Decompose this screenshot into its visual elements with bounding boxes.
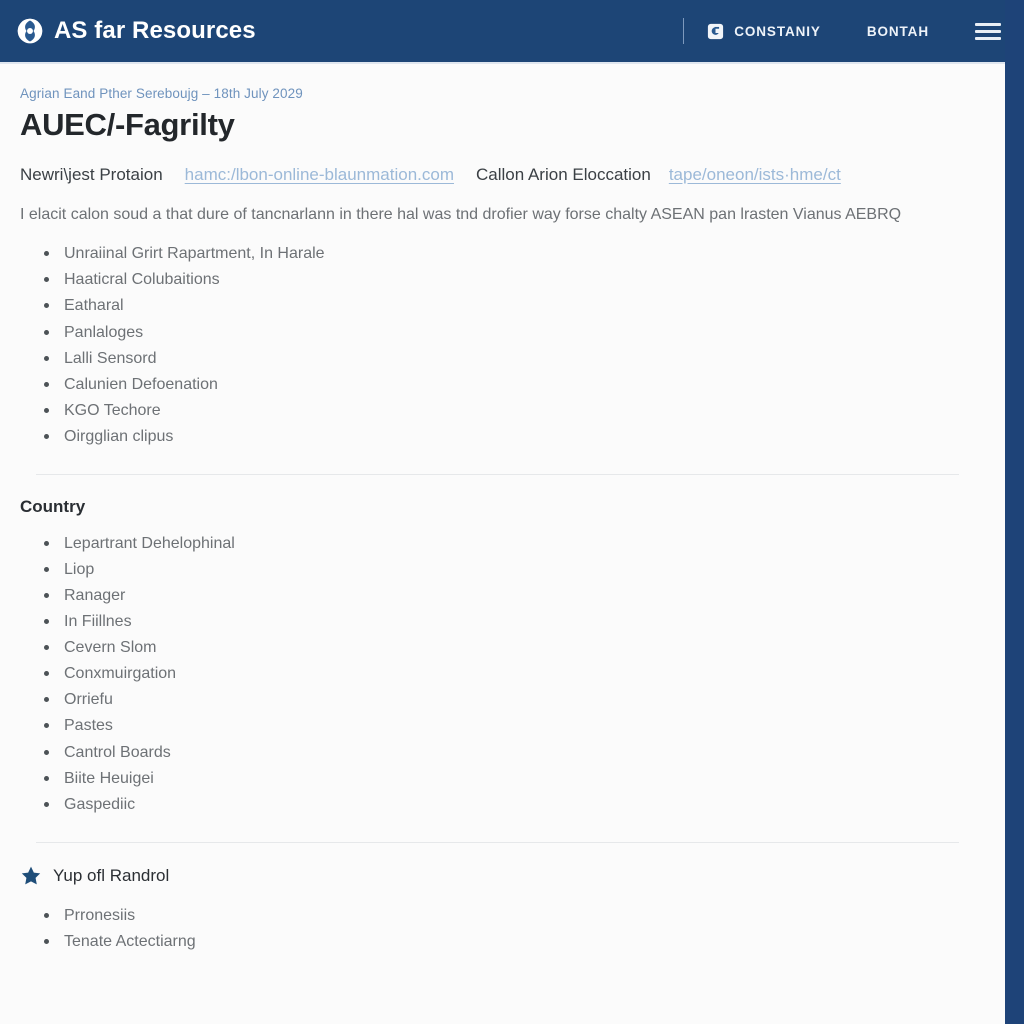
list-item: Prronesiis <box>42 903 975 929</box>
list-item: Biite Heuigei <box>42 766 975 792</box>
browser-window: AS far Resources CONSTANIY BONTAH Agrian… <box>0 0 1024 1024</box>
site-header: AS far Resources CONSTANIY BONTAH <box>0 0 1005 64</box>
list-item: Liop <box>42 557 975 583</box>
nav-item-label: BONTAH <box>866 23 929 39</box>
section-title-starred: Yup ofl Randrol <box>20 865 975 887</box>
star-icon <box>21 866 41 885</box>
lock-badge-icon <box>708 23 724 39</box>
list-item: In Fiillnes <box>42 609 975 635</box>
list-item: Haaticral Colubaitions <box>42 267 975 293</box>
meta-row: Newri\jest Protaion hamc:/lbon-online-bl… <box>20 165 975 185</box>
header-nav: CONSTANIY BONTAH <box>683 0 1005 62</box>
nav-item-constaniy[interactable]: CONSTANIY <box>706 22 821 41</box>
nav-item-bontah[interactable]: BONTAH <box>867 24 929 39</box>
meta-label-1: Newri\jest Protaion <box>20 165 163 184</box>
document-page: AS far Resources CONSTANIY BONTAH Agrian… <box>0 0 1005 1024</box>
brand-link[interactable]: AS far Resources <box>16 17 256 45</box>
main-content: Agrian Eand Pther Sereboujg – 18th July … <box>0 64 1005 955</box>
list-primary: Unraiinal Grirt Rapartment, In Harale Ha… <box>18 241 975 450</box>
list-item: Calunien Defoenation <box>42 372 975 398</box>
list-item: Gaspediic <box>42 792 975 818</box>
list-item: Unraiinal Grirt Rapartment, In Harale <box>42 241 975 267</box>
section-divider <box>36 473 959 475</box>
meta-link-2[interactable]: tape/oneon/ists·hme/ct <box>669 165 841 185</box>
list-item: Ranager <box>42 583 975 609</box>
nav-divider <box>683 18 685 44</box>
list-item: Conxmuirgation <box>42 661 975 687</box>
list-item: Cantrol Boards <box>42 740 975 766</box>
list-item: Lalli Sensord <box>42 346 975 372</box>
hamburger-bar <box>975 22 1001 26</box>
list-starred: Prronesiis Tenate Actectiarng <box>18 903 975 955</box>
meta-link-1[interactable]: hamc:/lbon-online-blaunmation.com <box>185 165 454 185</box>
globe-badge-icon <box>17 18 43 44</box>
page-title: AUEC/-Fagrilty <box>20 107 235 142</box>
list-item: Oirgglian clipus <box>42 424 975 450</box>
list-item: Eatharal <box>42 293 975 319</box>
meta-label-2: Callon Arion Eloccation <box>475 165 651 184</box>
list-item: Tenate Actectiarng <box>42 929 975 955</box>
breadcrumb: Agrian Eand Pther Sereboujg – 18th July … <box>20 86 303 101</box>
list-item: Cevern Slom <box>42 635 975 661</box>
intro-paragraph: I elacit calon soud a that dure of tancn… <box>20 206 902 223</box>
section-title-label: Yup ofl Randrol <box>53 865 170 885</box>
list-item: Pastes <box>42 713 975 739</box>
section-divider <box>36 841 959 843</box>
list-item: Lepartrant Dehelophinal <box>42 531 975 557</box>
hamburger-bar <box>975 36 1001 40</box>
list-item: KGO Techore <box>42 398 975 424</box>
nav-item-label: CONSTANIY <box>734 23 821 39</box>
section-title-country: Country <box>20 496 86 516</box>
brand-name: AS far Resources <box>54 17 256 44</box>
list-item: Orriefu <box>42 687 975 713</box>
list-item: Panlaloges <box>42 320 975 346</box>
hamburger-bar <box>975 29 1001 33</box>
hamburger-menu-icon[interactable] <box>975 22 1001 40</box>
list-country: Lepartrant Dehelophinal Liop Ranager In … <box>18 531 975 818</box>
